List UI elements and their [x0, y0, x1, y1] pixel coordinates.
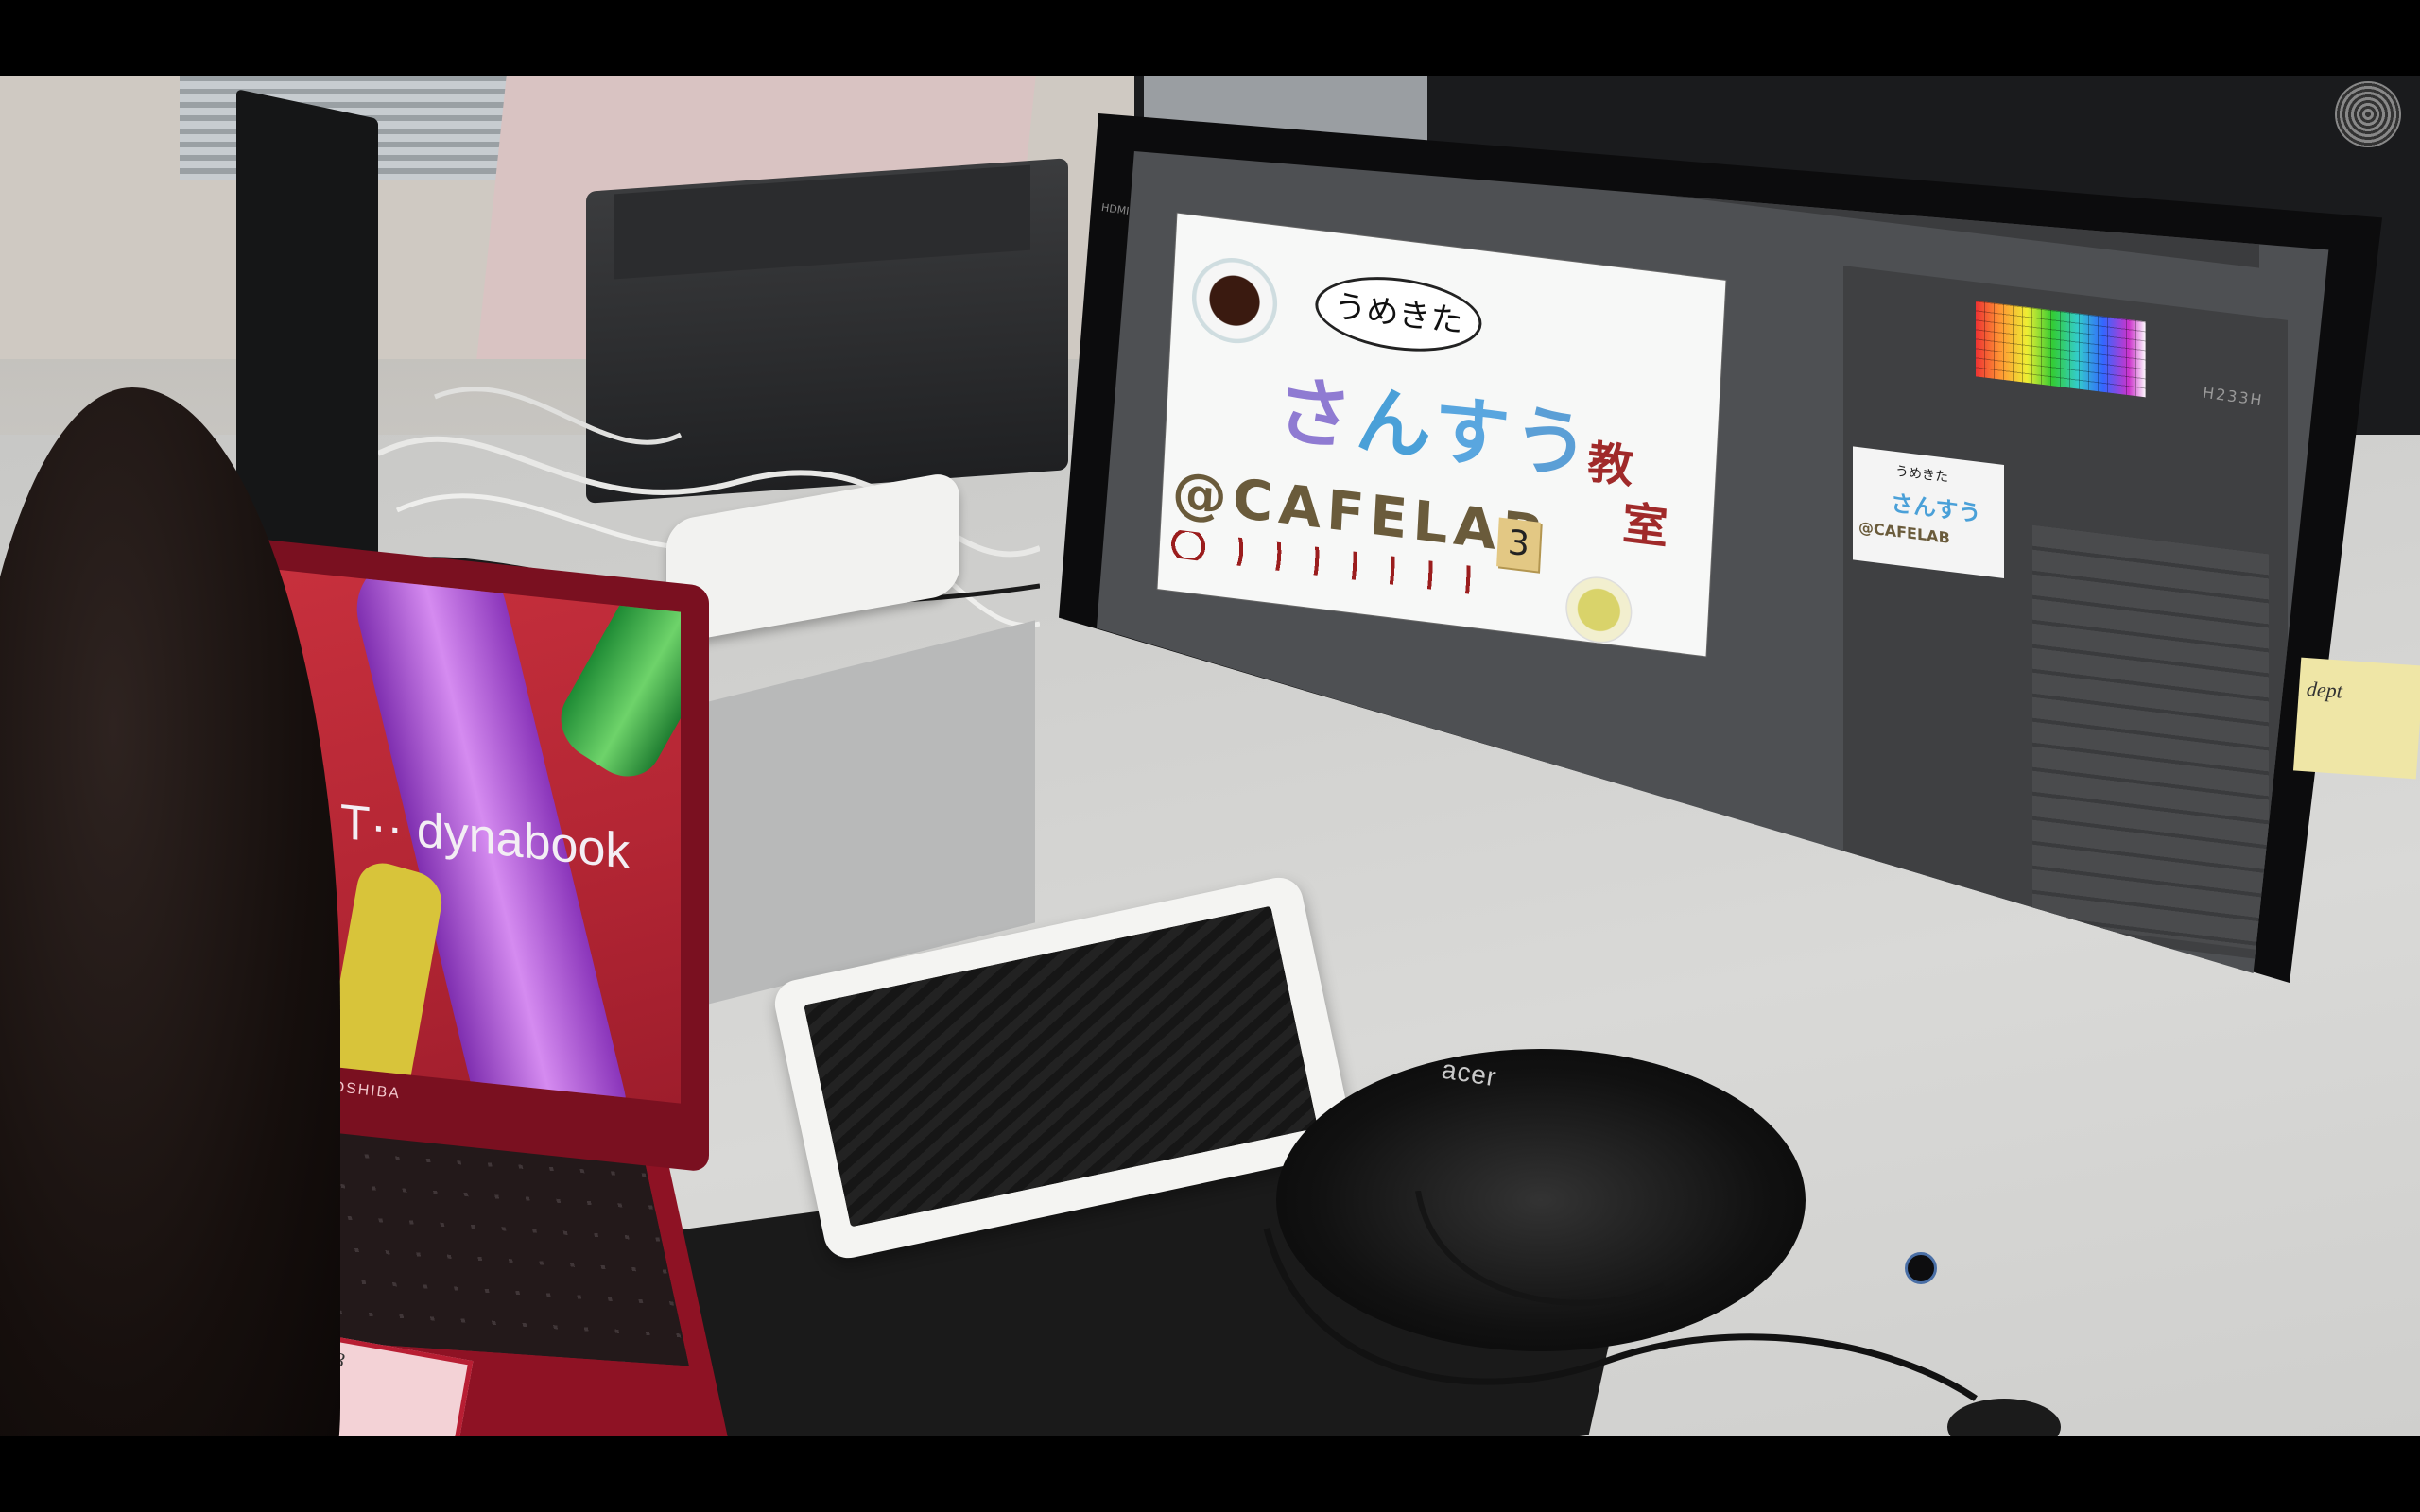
tea-saucer — [1564, 573, 1634, 647]
number-tile: 3 — [1496, 517, 1541, 572]
monitor-cables — [1263, 1191, 1978, 1401]
speech-bubble-text: うめきた — [1333, 287, 1464, 341]
photoshop-canvas[interactable]: うめきた さんすう 教 室 @CAFELAB 3 — [1157, 213, 1726, 657]
swatches-panel[interactable] — [1976, 301, 2146, 398]
title-char: さ — [1273, 365, 1358, 463]
layers-panel[interactable] — [2032, 524, 2269, 952]
title-sansuu: さんすう — [1274, 349, 1596, 496]
title-char: す — [1431, 385, 1516, 482]
fan-icon — [2335, 81, 2401, 147]
speech-bubble: うめきた — [1313, 267, 1484, 360]
thumb-line1: うめきた — [1895, 463, 1948, 486]
thumb-line2: さんすう — [1891, 490, 1981, 528]
photoshop-panels[interactable]: うめきた さんすう @CAFELAB — [1843, 266, 2288, 963]
coffee-cup — [1189, 252, 1280, 349]
photo-frame: T·· dynabook TOSHIBA PW: 13 うめきた さんすう 教 … — [0, 76, 2420, 1436]
title-char: う — [1511, 394, 1596, 492]
right-sticky-note: dept — [2292, 657, 2420, 780]
right-note-text: dept — [2306, 677, 2343, 703]
title-char: ん — [1353, 375, 1437, 472]
navigator-thumbnail[interactable]: うめきた さんすう @CAFELAB — [1853, 446, 2004, 579]
title-shitsu: 室 — [1620, 496, 1669, 556]
